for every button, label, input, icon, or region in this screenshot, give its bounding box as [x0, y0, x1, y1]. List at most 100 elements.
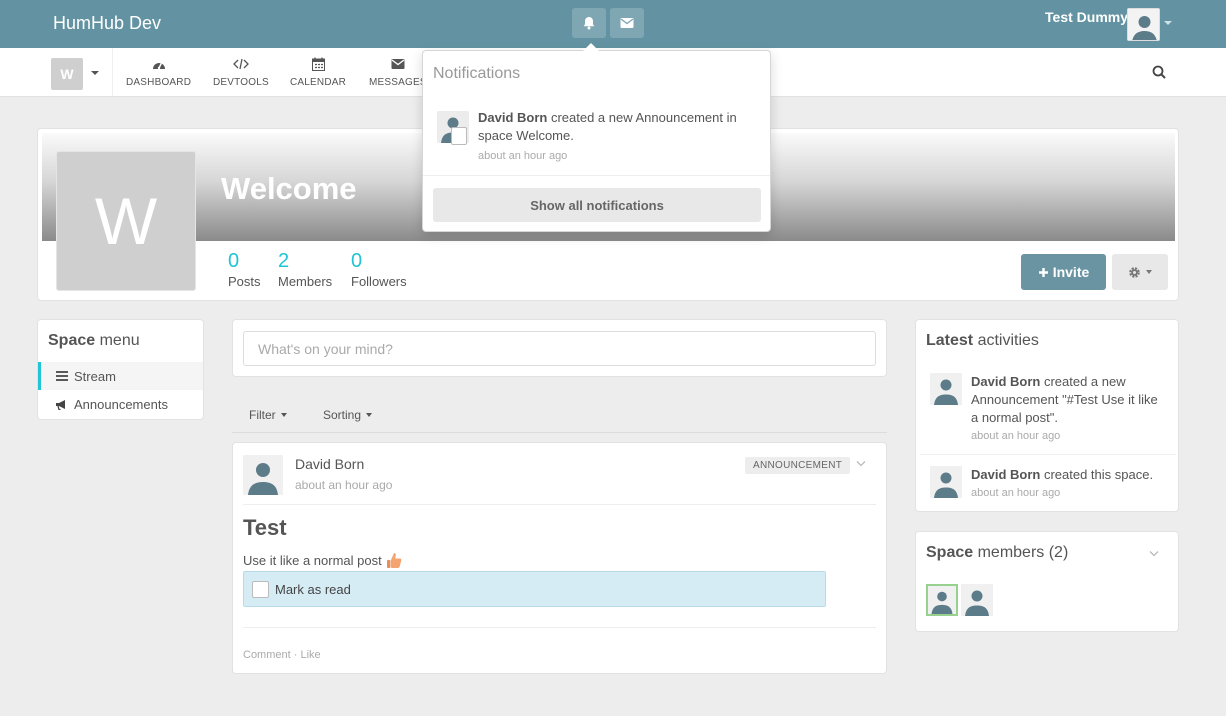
document-icon: [451, 127, 467, 145]
stat-label: Members: [278, 274, 333, 289]
nav-label: MESSAGES: [369, 77, 427, 88]
nav-messages[interactable]: MESSAGES: [369, 56, 427, 88]
plus-icon: [1038, 267, 1048, 277]
brand-title[interactable]: HumHub Dev: [53, 13, 161, 34]
menu-item-stream[interactable]: Stream: [38, 362, 203, 390]
stat-followers[interactable]: 0 Followers: [351, 249, 407, 291]
notifications-button[interactable]: [572, 8, 606, 38]
notification-time: about an hour ago: [478, 150, 568, 162]
space-image[interactable]: W: [56, 151, 196, 291]
divider: [243, 627, 876, 628]
user-silhouette-icon: [961, 584, 993, 616]
search-icon[interactable]: [1152, 65, 1166, 79]
nav-dashboard[interactable]: DASHBOARD: [126, 56, 191, 88]
activity-time: about an hour ago: [971, 430, 1061, 442]
announcement-badge: ANNOUNCEMENT: [745, 457, 851, 474]
sorting-label: Sorting: [323, 408, 362, 422]
divider: [243, 504, 876, 505]
notifications-title: Notifications: [433, 65, 521, 82]
code-icon: [233, 58, 249, 70]
space-title: Welcome: [221, 171, 357, 206]
divider: [920, 454, 1176, 455]
member-avatar[interactable]: [961, 584, 993, 616]
avatar[interactable]: [243, 455, 283, 495]
messages-button[interactable]: [610, 8, 644, 38]
divider: [112, 48, 113, 96]
stream-entry: David Born about an hour ago ANNOUNCEMEN…: [232, 442, 887, 674]
mark-as-read-label: Mark as read: [275, 581, 351, 597]
panel-heading: Space menu: [48, 332, 140, 349]
post-input[interactable]: What's on your mind?: [243, 331, 876, 366]
mark-as-read-box[interactable]: Mark as read: [243, 571, 826, 607]
separator: ·: [293, 649, 298, 661]
chevron-down-icon[interactable]: [856, 460, 866, 467]
chevron-down-icon: [366, 413, 373, 417]
dropdown-arrow: [583, 43, 599, 51]
member-avatar[interactable]: [926, 584, 958, 616]
divider: [423, 175, 770, 176]
thumbs-up-emoji-icon: [386, 553, 402, 568]
chevron-down-icon: [1146, 270, 1152, 274]
user-avatar[interactable]: [1127, 8, 1160, 41]
panel-heading: Latest activities: [926, 332, 1039, 349]
chevron-down-icon[interactable]: [1149, 550, 1159, 557]
stat-value: 0: [228, 250, 240, 272]
nav-devtools[interactable]: DEVTOOLS: [213, 56, 269, 88]
post-text: Use it like a normal post: [243, 553, 382, 568]
menu-label: Stream: [74, 368, 116, 384]
sorting-dropdown[interactable]: Sorting: [323, 408, 373, 422]
stat-posts[interactable]: 0 Posts: [228, 249, 261, 291]
notification-text: David Born created a new Announcement in…: [478, 109, 763, 165]
user-silhouette-icon: [930, 373, 962, 405]
post-composer: What's on your mind?: [232, 319, 887, 377]
menu-item-announcements[interactable]: Announcements: [38, 390, 203, 418]
post-title: Test: [243, 515, 287, 540]
activity-text: David Born created a new Announcement "#…: [971, 373, 1167, 445]
invite-label: Invite: [1052, 264, 1090, 280]
user-silhouette-icon: [1128, 9, 1159, 40]
menu-label: Announcements: [74, 396, 168, 412]
space-settings-button[interactable]: [1112, 254, 1168, 290]
stat-value: 0: [351, 250, 363, 272]
notification-item[interactable]: David Born created a new Announcement in…: [423, 99, 770, 175]
stat-label: Followers: [351, 274, 407, 289]
user-name[interactable]: Test Dummy: [1045, 9, 1128, 25]
notifications-dropdown: Notifications David Born created a new A…: [422, 43, 771, 232]
nav-label: CALENDAR: [290, 77, 347, 88]
user-silhouette-icon: [930, 466, 962, 498]
comment-link[interactable]: Comment: [243, 649, 291, 661]
space-members-panel: Space members (2): [915, 531, 1179, 632]
envelope-icon: [391, 59, 405, 69]
calendar-icon: [311, 57, 325, 71]
post-body: Use it like a normal post: [243, 552, 402, 569]
chevron-down-icon: [280, 413, 287, 417]
gear-icon: [1129, 266, 1140, 278]
nav-label: DEVTOOLS: [213, 77, 269, 88]
nav-calendar[interactable]: CALENDAR: [290, 56, 346, 88]
stream-filter-bar: Filter Sorting: [232, 405, 887, 433]
mark-as-read-checkbox[interactable]: [252, 580, 269, 598]
bell-icon: [583, 17, 595, 30]
avatar[interactable]: [930, 373, 962, 405]
space-chooser[interactable]: W: [51, 58, 83, 90]
invite-button[interactable]: Invite: [1021, 254, 1106, 290]
stat-value: 2: [278, 250, 290, 272]
bullhorn-icon: [56, 399, 65, 410]
bars-icon: [56, 371, 68, 381]
filter-label: Filter: [249, 408, 276, 422]
filter-dropdown[interactable]: Filter: [249, 408, 287, 422]
stat-label: Posts: [228, 274, 261, 289]
show-all-notifications-button[interactable]: Show all notifications: [433, 188, 761, 222]
post-time[interactable]: about an hour ago: [295, 478, 392, 492]
post-author[interactable]: David Born: [295, 456, 364, 472]
space-menu-panel: Space menu Stream Announcements: [37, 319, 204, 420]
top-bar: HumHub Dev Test Dummy: [0, 0, 1226, 48]
stat-members[interactable]: 2 Members: [278, 249, 332, 291]
nav-label: DASHBOARD: [126, 77, 192, 88]
avatar[interactable]: [930, 466, 962, 498]
like-link[interactable]: Like: [300, 649, 320, 661]
dashboard-icon: [152, 61, 165, 70]
activity-text: David Born created this space. about an h…: [971, 466, 1167, 502]
user-menu-caret-icon[interactable]: [1164, 21, 1172, 25]
chevron-down-icon[interactable]: [91, 71, 99, 75]
